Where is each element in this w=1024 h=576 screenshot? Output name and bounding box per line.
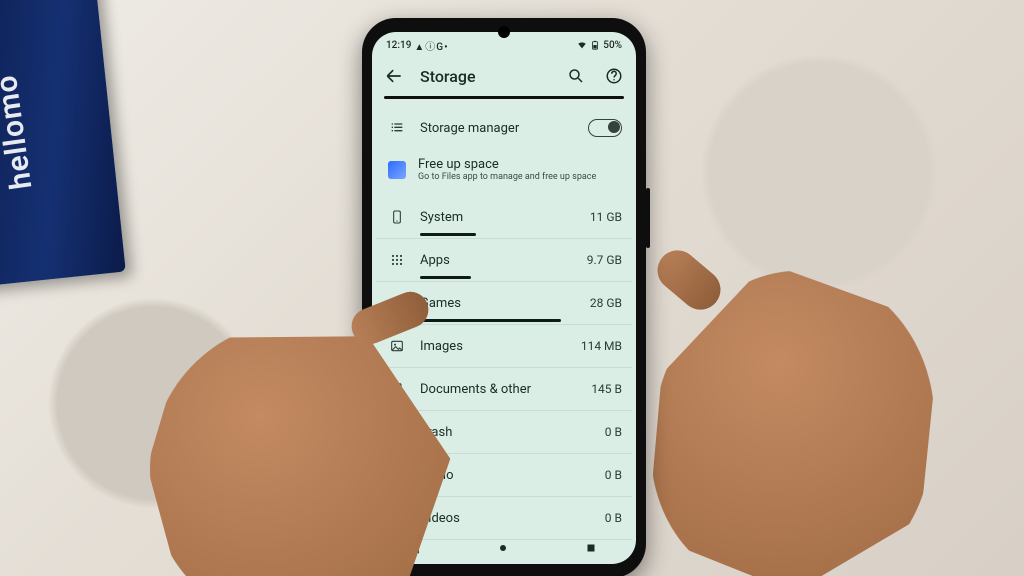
category-label: Documents & other <box>408 382 591 397</box>
category-value: 0 B <box>605 511 622 525</box>
status-time: 12:19 <box>386 40 411 51</box>
wifi-icon <box>577 40 587 50</box>
phone-icon <box>386 209 408 225</box>
category-value: 114 MB <box>581 339 622 353</box>
free-up-space-row[interactable]: Free up space Go to Files app to manage … <box>376 149 632 196</box>
storage-total-bar <box>384 96 624 99</box>
storage-manager-toggle[interactable] <box>588 119 622 137</box>
app-header: Storage <box>372 56 636 96</box>
apps-icon <box>386 252 408 268</box>
category-row-documents-other[interactable]: Documents & other145 B <box>376 368 632 411</box>
category-label: Apps <box>408 253 587 268</box>
search-icon[interactable] <box>564 64 588 88</box>
category-row-apps[interactable]: Apps9.7 GB <box>376 239 632 282</box>
product-box: hellomo <box>0 0 126 287</box>
storage-manager-label: Storage manager <box>408 121 588 136</box>
category-label: Games <box>408 296 590 311</box>
usage-bar <box>420 276 471 279</box>
category-label: Videos <box>408 511 605 526</box>
back-icon[interactable] <box>382 64 406 88</box>
category-value: 28 GB <box>590 296 622 310</box>
page-title: Storage <box>420 67 550 86</box>
nav-home-icon[interactable] <box>497 542 511 556</box>
battery-text: 50% <box>603 40 622 51</box>
files-app-icon <box>388 161 406 179</box>
usage-bar <box>420 319 561 322</box>
free-up-subtitle: Go to Files app to manage and free up sp… <box>418 172 596 182</box>
category-value: 145 B <box>591 382 622 396</box>
category-value: 11 GB <box>590 210 622 224</box>
usage-bar <box>420 233 476 236</box>
category-label: System <box>408 210 590 225</box>
status-icons-left: ▲ⓘG• <box>414 38 448 53</box>
free-up-title: Free up space <box>418 157 596 172</box>
right-thumb <box>649 242 728 318</box>
storage-manager-row[interactable]: Storage manager <box>376 107 632 149</box>
help-icon[interactable] <box>602 64 626 88</box>
category-row-images[interactable]: Images114 MB <box>376 325 632 368</box>
box-label: hellomo <box>0 72 39 191</box>
battery-icon <box>590 40 600 50</box>
front-camera <box>498 26 510 38</box>
category-row-system[interactable]: System11 GB <box>376 196 632 239</box>
category-value: 0 B <box>605 425 622 439</box>
category-value: 0 B <box>605 468 622 482</box>
image-icon <box>386 338 408 354</box>
nav-recent-icon[interactable] <box>585 542 599 556</box>
scene: hellomo 12:19 ▲ⓘG• 50% <box>0 0 1024 576</box>
category-value: 9.7 GB <box>587 253 622 267</box>
category-label: Trash <box>408 425 605 440</box>
category-label: Images <box>408 339 581 354</box>
list-icon <box>386 120 408 136</box>
